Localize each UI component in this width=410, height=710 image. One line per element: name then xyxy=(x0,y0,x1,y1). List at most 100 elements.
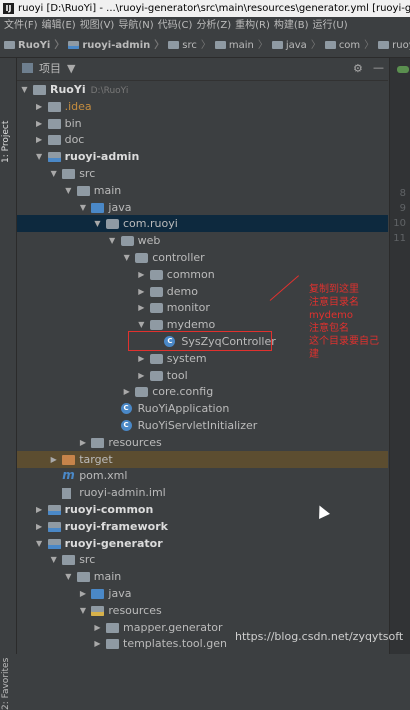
editor-area[interactable] xyxy=(389,58,410,654)
tree-item[interactable]: ▼ web xyxy=(17,232,388,249)
chevron-right-icon[interactable]: ▶ xyxy=(93,619,102,636)
menu-item[interactable]: 文件(F) xyxy=(4,20,38,31)
tree-item-text: src xyxy=(79,167,96,180)
tree-item[interactable]: ▼ java xyxy=(17,199,388,216)
chevron-right-icon[interactable]: ▶ xyxy=(137,350,146,367)
chevron-right-icon[interactable]: ▶ xyxy=(137,283,146,300)
tree-item[interactable]: ▶ bin xyxy=(17,115,388,132)
chevron-right-icon[interactable]: ▶ xyxy=(78,434,87,451)
menu-item[interactable]: 代码(C) xyxy=(158,20,193,31)
tab-favorites[interactable]: 2: Favorites xyxy=(1,658,11,710)
annotation-line: mydemo xyxy=(309,310,354,321)
tree-item[interactable]: ▼ main xyxy=(17,182,388,199)
tree-item[interactable]: ▼ ruoyi-generator xyxy=(17,535,388,552)
chevron-down-icon[interactable]: ▼ xyxy=(49,165,58,182)
chevron-right-icon[interactable]: ▶ xyxy=(35,501,44,518)
tree-item[interactable]: ▶ ruoyi-framework xyxy=(17,518,388,535)
menu-item[interactable]: 分析(Z) xyxy=(196,20,231,31)
folder-icon xyxy=(62,555,76,566)
tree-item[interactable]: m pom.xml xyxy=(17,467,388,484)
tree-item[interactable]: ▶ .idea xyxy=(17,98,388,115)
chevron-down-icon[interactable]: ▼ xyxy=(78,602,87,619)
chevron-down-icon[interactable]: ▼ xyxy=(78,199,87,216)
tree-item[interactable]: ▶ tool xyxy=(17,367,388,384)
breadcrumb-item[interactable]: ruoyi xyxy=(378,35,410,57)
breadcrumb-label: ruoyi xyxy=(392,40,410,51)
tree-item-label: RuoYiApplication xyxy=(138,400,230,417)
annotation-line: 这个目录要自己 xyxy=(309,336,379,347)
tree-item[interactable]: ▼ src xyxy=(17,551,388,568)
breadcrumb-separator: 〉 xyxy=(200,40,211,51)
chevron-right-icon[interactable]: ▶ xyxy=(93,635,102,652)
tree-item[interactable]: ▶ target xyxy=(17,450,388,468)
chevron-right-icon[interactable]: ▶ xyxy=(137,367,146,384)
tree-item-text: .idea xyxy=(64,99,92,113)
chevron-right-icon[interactable]: ▶ xyxy=(137,299,146,316)
tool-window-strip: 1: Project 2: Favorites xyxy=(0,58,17,710)
chevron-down-icon[interactable]: ▼ xyxy=(64,182,73,199)
chevron-right-icon[interactable]: ▶ xyxy=(49,451,58,468)
menu-item[interactable]: 编辑(E) xyxy=(42,20,76,31)
tree-item[interactable]: ▼ resources xyxy=(17,602,388,619)
menu-item[interactable]: 视图(V) xyxy=(80,20,115,31)
tree-item[interactable]: ▼ ruoyi-admin xyxy=(17,148,388,165)
maven-icon: m xyxy=(62,468,75,483)
folder-icon xyxy=(68,41,80,49)
tree-item[interactable]: C RuoYiApplication xyxy=(17,400,388,417)
tree-item[interactable]: ▶ resources xyxy=(17,434,388,451)
tree-item-text: main xyxy=(93,183,122,197)
tree-item[interactable]: ▶ java xyxy=(17,585,388,602)
tree-item[interactable]: ▶ ruoyi-common xyxy=(17,501,388,518)
breadcrumb-item[interactable]: main 〉 xyxy=(214,35,268,57)
tree-item[interactable]: ▶ doc xyxy=(17,131,388,148)
breadcrumb-item[interactable]: ruoyi-admin 〉 xyxy=(68,35,164,57)
gear-icon[interactable]: ⚙ xyxy=(353,58,363,80)
chevron-down-icon[interactable]: ▼ xyxy=(93,215,102,232)
tree-item-text: system xyxy=(166,351,207,365)
tree-item-text: common xyxy=(166,267,215,281)
folder-icon xyxy=(271,41,283,49)
chevron-down-icon[interactable]: ▼ xyxy=(108,232,117,249)
chevron-right-icon[interactable]: ▶ xyxy=(78,585,87,602)
minimize-icon[interactable]: — xyxy=(373,57,384,79)
chevron-right-icon[interactable]: ▶ xyxy=(137,266,146,283)
menu-item[interactable]: 导航(N) xyxy=(118,20,153,31)
tree-item[interactable]: ▼ com.ruoyi xyxy=(17,215,388,233)
chevron-down-icon[interactable]: ▼ xyxy=(122,249,131,266)
tree-item[interactable]: ▼ controller xyxy=(17,249,388,266)
tree-item[interactable]: ▼ src xyxy=(17,165,388,182)
tree-item[interactable]: ▶ common xyxy=(17,266,388,283)
chevron-right-icon[interactable]: ▶ xyxy=(35,98,44,115)
project-panel-title[interactable]: 项目 xyxy=(39,62,61,75)
chevron-down-icon[interactable]: ▼ xyxy=(35,148,44,165)
tree-item-label: doc xyxy=(65,131,85,148)
package-icon xyxy=(149,353,163,364)
breadcrumb-item[interactable]: src 〉 xyxy=(168,35,211,57)
chevron-right-icon[interactable]: ▶ xyxy=(35,131,44,148)
tree-item-label: common xyxy=(167,266,215,283)
menu-item[interactable]: 重构(R) xyxy=(235,20,270,31)
menu-item[interactable]: 构建(B) xyxy=(274,20,309,31)
tree-item[interactable]: ▶ core.config xyxy=(17,383,388,400)
chevron-down-icon[interactable]: ▼ xyxy=(35,535,44,552)
tree-item[interactable]: C RuoYiServletInitializer xyxy=(17,417,388,434)
tree-item-label: target xyxy=(79,451,112,468)
tree-item[interactable]: ▼ main xyxy=(17,568,388,585)
breadcrumb-item[interactable]: java 〉 xyxy=(271,35,321,57)
chevron-down-icon[interactable]: ▼ xyxy=(64,568,73,585)
menu-bar: 文件(F) 编辑(E) 视图(V) 导航(N) 代码(C) 分析(Z) 重构(R) 构建(B)… xyxy=(0,17,410,35)
chevron-right-icon[interactable]: ▶ xyxy=(122,383,131,400)
chevron-down-icon[interactable]: ▼ xyxy=(49,551,58,568)
chevron-down-icon[interactable]: ▼ xyxy=(67,62,75,75)
menu-item[interactable]: 运行(U) xyxy=(313,20,348,31)
breadcrumb-item[interactable]: RuoYi 〉 xyxy=(4,35,64,57)
chevron-right-icon[interactable]: ▶ xyxy=(35,518,44,535)
tree-item[interactable]: ▼ RuoYi D:\RuoYi xyxy=(17,81,388,98)
chevron-down-icon[interactable]: ▼ xyxy=(20,81,29,98)
breadcrumb-item[interactable]: com 〉 xyxy=(324,35,374,57)
editor-tab-icon[interactable] xyxy=(397,66,409,73)
chevron-right-icon[interactable]: ▶ xyxy=(35,115,44,132)
tab-project[interactable]: 1: Project xyxy=(1,121,11,163)
tree-item[interactable]: ruoyi-admin.iml xyxy=(17,484,388,501)
folder-icon xyxy=(106,639,119,650)
